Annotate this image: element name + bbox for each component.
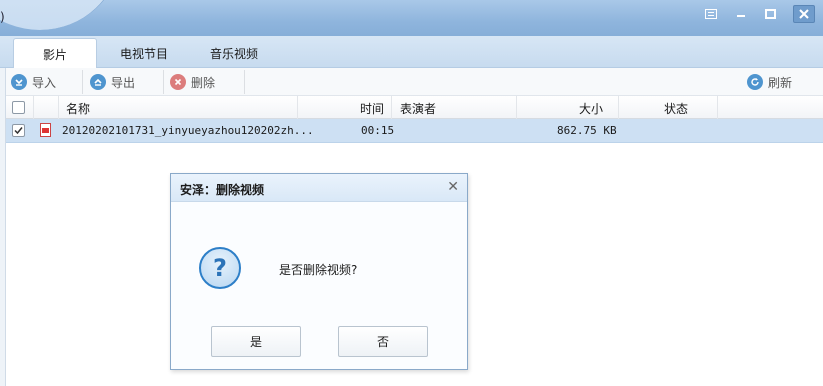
cell-name: 20120202101731_yinyueyazhou120202zh... [62, 124, 314, 137]
skin-menu-icon[interactable] [700, 5, 722, 23]
tab-tv-shows[interactable]: 电视节目 [102, 38, 186, 68]
tab-music-videos[interactable]: 音乐视频 [192, 38, 276, 68]
column-header-status[interactable]: 状态 [664, 100, 688, 117]
no-button[interactable]: 否 [338, 326, 428, 357]
minimize-icon[interactable] [730, 5, 752, 23]
column-header-name[interactable]: 名称 [66, 100, 90, 117]
close-icon[interactable] [793, 5, 815, 23]
select-all-checkbox[interactable] [12, 101, 25, 114]
toolbar-divider [244, 70, 245, 94]
question-icon: ? [199, 247, 241, 289]
tab-label: 影片 [42, 47, 67, 62]
window-title: ) [0, 10, 5, 24]
column-divider [58, 96, 59, 119]
title-arc-decoration [0, 0, 120, 30]
column-divider [297, 96, 298, 119]
cell-time: 00:15 [361, 124, 395, 137]
table-row[interactable]: 20120202101731_yinyueyazhou120202zh... 0… [6, 119, 823, 143]
tab-movies[interactable]: 影片 [13, 38, 97, 69]
toolbar: 导入 导出 删除 刷新 [6, 68, 823, 96]
export-label: 导出 [111, 75, 136, 90]
delete-icon [170, 74, 186, 90]
column-divider [33, 96, 34, 119]
dialog-close-icon[interactable]: ✕ [447, 179, 459, 195]
yes-button-label: 是 [249, 335, 262, 349]
dialog-title: 安泽：删除视频 [180, 183, 265, 197]
row-checkbox[interactable] [12, 124, 25, 137]
tab-label: 电视节目 [119, 46, 168, 61]
column-header-size[interactable]: 大小 [579, 100, 603, 117]
title-bar: ) [0, 0, 823, 36]
import-button[interactable]: 导入 [11, 72, 56, 92]
column-header-time[interactable]: 时间 [360, 100, 384, 117]
delete-confirm-dialog: 安泽：删除视频 ✕ ? 是否删除视频? 是 否 [170, 173, 468, 370]
maximize-icon[interactable] [759, 5, 781, 23]
toolbar-divider [82, 70, 83, 94]
column-divider [391, 96, 392, 119]
refresh-icon [747, 74, 763, 90]
refresh-button[interactable]: 刷新 [747, 72, 792, 92]
import-icon [11, 74, 27, 90]
import-label: 导入 [32, 75, 57, 90]
table-header: 名称 时间 表演者 大小 状态 [6, 96, 823, 119]
export-button[interactable]: 导出 [90, 72, 135, 92]
tab-label: 音乐视频 [209, 46, 258, 61]
column-divider [618, 96, 619, 119]
column-header-performer[interactable]: 表演者 [400, 100, 436, 117]
tab-bar: 影片 电视节目 音乐视频 [0, 36, 823, 69]
export-icon [90, 74, 106, 90]
refresh-label: 刷新 [768, 75, 793, 90]
delete-label: 删除 [191, 75, 216, 90]
dialog-header: 安泽：删除视频 ✕ [171, 174, 467, 202]
column-divider [516, 96, 517, 119]
cell-size: 862.75 KB [557, 124, 617, 137]
column-divider [717, 96, 718, 119]
dialog-message: 是否删除视频? [279, 263, 358, 277]
no-button-label: 否 [376, 335, 389, 349]
yes-button[interactable]: 是 [211, 326, 301, 357]
toolbar-divider [163, 70, 164, 94]
delete-button[interactable]: 删除 [170, 72, 215, 92]
video-file-icon [40, 123, 51, 137]
